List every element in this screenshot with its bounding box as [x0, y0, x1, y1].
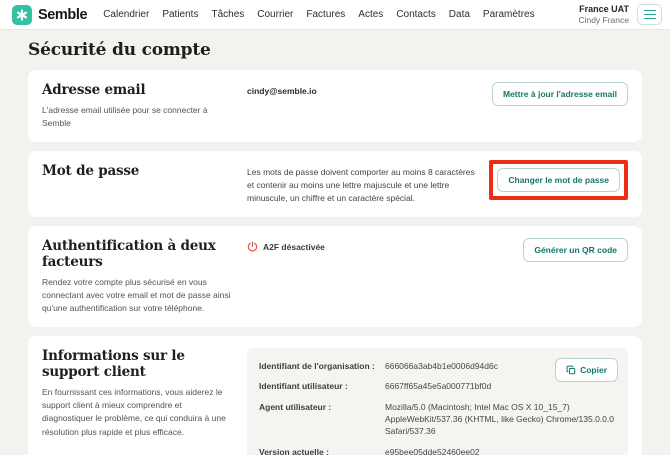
page-title: Sécurité du compte: [28, 40, 211, 60]
two-factor-card: Authentification à deux facteurs Rendez …: [28, 225, 642, 328]
support-info-card: Informations sur le support client En fo…: [28, 336, 642, 455]
account-security-page: Sécurité du compte Adresse email L'adres…: [0, 30, 670, 455]
copy-button-label: Copier: [580, 365, 607, 376]
email-card-description: L'adresse email utilisée pour se connect…: [42, 105, 208, 129]
password-rules-text: Les mots de passe doivent comporter au m…: [247, 167, 475, 203]
field-value: 6667ff65a45e5a000771bf0d: [385, 381, 492, 392]
nav-item-patients[interactable]: Patients: [162, 9, 198, 20]
field-user-agent: Agent utilisateur : Mozilla/5.0 (Macinto…: [259, 401, 616, 438]
email-card-title: Adresse email: [42, 82, 146, 98]
power-off-icon: [247, 241, 258, 252]
nav-item-factures[interactable]: Factures: [306, 9, 345, 20]
semble-logo-icon: [12, 4, 32, 25]
password-card: Mot de passe Les mots de passe doivent c…: [28, 151, 642, 217]
field-user-id: Identifiant utilisateur : 6667ff65a45e5a…: [259, 380, 616, 392]
support-card-description: En fournissant ces informations, vous ai…: [42, 387, 226, 437]
field-label: Agent utilisateur :: [259, 401, 332, 412]
copy-button[interactable]: Copier: [555, 358, 618, 383]
field-value: Mozilla/5.0 (Macintosh; Intel Mac OS X 1…: [385, 401, 614, 437]
hamburger-icon: [643, 9, 656, 12]
update-email-button[interactable]: Mettre à jour l'adresse email: [492, 82, 628, 106]
support-card-title: Informations sur le support client: [42, 348, 185, 381]
nav-item-taches[interactable]: Tâches: [211, 9, 244, 20]
top-navigation-bar: Semble Calendrier Patients Tâches Courri…: [0, 0, 670, 30]
support-info-panel: Identifiant de l'organisation : 666066a3…: [247, 348, 628, 455]
two-factor-card-description: Rendez votre compte plus sécurisé en vou…: [42, 276, 231, 313]
nav-item-parametres[interactable]: Paramètres: [483, 9, 535, 20]
annotation-highlight-red-box: Changer le mot de passe: [489, 160, 628, 201]
copy-icon: [566, 365, 576, 375]
user-name: Cindy France: [578, 14, 629, 25]
field-label: Identifiant utilisateur :: [259, 381, 348, 392]
email-address-card: Adresse email L'adresse email utilisée p…: [28, 70, 642, 143]
two-factor-status-text: A2F désactivée: [263, 241, 325, 252]
change-password-button[interactable]: Changer le mot de passe: [497, 168, 620, 193]
menu-button[interactable]: [637, 4, 662, 25]
field-current-version: Version actuelle : e95bee05dde52460ee02: [259, 446, 616, 455]
field-label: Version actuelle :: [259, 446, 329, 455]
nav-item-actes[interactable]: Actes: [358, 9, 383, 20]
organisation-name: France UAT: [579, 3, 629, 14]
current-email-value: cindy@semble.io: [247, 86, 317, 96]
semble-logo[interactable]: Semble: [12, 4, 88, 25]
field-value: e95bee05dde52460ee02: [385, 446, 480, 455]
field-label: Identifiant de l'organisation :: [259, 361, 375, 372]
nav-item-contacts[interactable]: Contacts: [396, 9, 435, 20]
two-factor-card-title: Authentification à deux facteurs: [42, 237, 216, 270]
nav-item-courrier[interactable]: Courrier: [257, 9, 293, 20]
two-factor-status: A2F désactivée: [247, 241, 511, 254]
nav-item-calendrier[interactable]: Calendrier: [103, 9, 149, 20]
account-info: France UAT Cindy France: [578, 4, 629, 26]
main-nav: Calendrier Patients Tâches Courrier Fact…: [103, 9, 534, 20]
generate-qr-button[interactable]: Générer un QR code: [523, 237, 628, 262]
nav-item-data[interactable]: Data: [449, 9, 470, 20]
password-card-title: Mot de passe: [42, 163, 140, 180]
brand-name: Semble: [38, 6, 88, 23]
